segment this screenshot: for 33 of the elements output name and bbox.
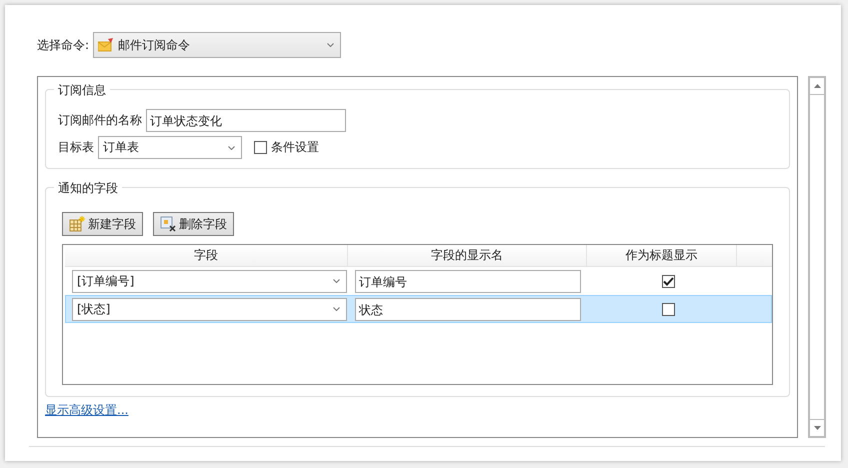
table-row[interactable]: [状态] 状态 [65,295,772,323]
column-header[interactable]: 字段 [65,245,348,266]
command-dropdown[interactable]: 邮件订阅命令 [93,32,342,58]
group-title: 订阅信息 [54,82,110,99]
name-field[interactable]: 订单状态变化 [146,109,346,132]
field-dropdown[interactable]: [状态] [72,298,347,320]
column-header[interactable]: 字段的显示名 [348,245,588,266]
advanced-settings-link[interactable]: 显示高级设置... [45,402,128,419]
table-delete-icon [160,216,176,232]
column-header[interactable]: 作为标题显示 [587,245,738,266]
scrollbar[interactable] [808,76,826,438]
caret-icon [228,146,235,150]
table-row[interactable]: [订单编号] 订单编号 [65,267,772,295]
caret-icon [333,279,340,283]
checkbox[interactable] [662,302,674,316]
delete-field-button[interactable]: 删除字段 [153,212,234,236]
checkbox[interactable] [254,141,267,154]
caret-icon [327,43,334,47]
new-field-button[interactable]: 新建字段 [62,212,143,236]
display-name-field[interactable]: 状态 [355,298,581,320]
field-dropdown[interactable]: [订单编号] [72,270,347,292]
table-add-icon [69,216,85,232]
envelope-icon [98,38,114,52]
scroll-down-icon[interactable] [809,419,825,437]
scroll-up-icon[interactable] [809,77,825,95]
name-label: 订阅邮件的名称 [58,112,142,129]
display-name-field[interactable]: 订单编号 [355,270,581,292]
checkbox[interactable] [662,274,674,288]
condition-label: 条件设置 [271,139,319,156]
command-label: 选择命令: [37,36,90,54]
caret-icon [333,307,340,311]
table-label: 目标表 [58,139,94,156]
table-dropdown[interactable]: 订单表 [98,136,242,159]
